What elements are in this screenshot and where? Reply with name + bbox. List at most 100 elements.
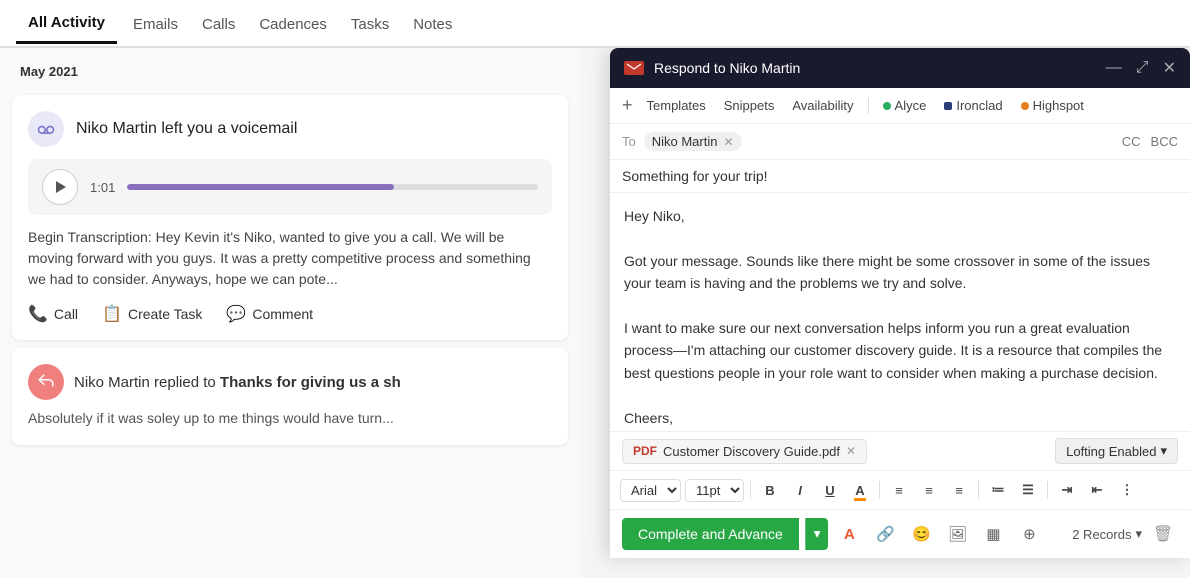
nav-cadences[interactable]: Cadences bbox=[247, 4, 339, 43]
call-button[interactable]: 📞 Call bbox=[28, 304, 78, 324]
recipient-chip[interactable]: Niko Martin ✕ bbox=[644, 132, 742, 151]
more-button[interactable]: ⊕ bbox=[1014, 519, 1044, 549]
to-field[interactable]: To Niko Martin ✕ CC BCC bbox=[610, 124, 1190, 160]
expand-button[interactable]: ⤢ bbox=[1136, 59, 1149, 77]
bottom-action-bar: Complete and Advance ▾ A 🔗 😊 🖼 ▦ ⊕ 2 Rec… bbox=[610, 509, 1190, 558]
format-sep-2 bbox=[879, 481, 880, 499]
subject-field[interactable]: Something for your trip! bbox=[610, 160, 1190, 193]
play-icon bbox=[56, 181, 66, 193]
align-left-button[interactable]: ≡ bbox=[886, 477, 912, 503]
audio-progress-bar[interactable] bbox=[127, 184, 538, 190]
highspot-label: Highspot bbox=[1033, 98, 1084, 113]
ordered-list-button[interactable]: ≔ bbox=[985, 477, 1011, 503]
toolbar-separator-1 bbox=[868, 98, 869, 114]
bold-button[interactable]: B bbox=[757, 477, 783, 503]
voicemail-header: Niko Martin left you a voicemail bbox=[28, 111, 552, 147]
nav-all-activity[interactable]: All Activity bbox=[16, 2, 117, 44]
reply-icon bbox=[37, 373, 55, 391]
comment-label: Comment bbox=[252, 306, 313, 322]
format-sep-3 bbox=[978, 481, 979, 499]
minimize-button[interactable]: — bbox=[1106, 59, 1122, 77]
voicemail-title: Niko Martin left you a voicemail bbox=[76, 120, 297, 138]
bcc-button[interactable]: BCC bbox=[1151, 134, 1178, 149]
nav-calls[interactable]: Calls bbox=[190, 4, 247, 43]
cc-bcc-buttons: CC BCC bbox=[1122, 134, 1178, 149]
create-task-label: Create Task bbox=[128, 306, 202, 322]
email-icon bbox=[624, 61, 644, 75]
emoji-button[interactable]: 😊 bbox=[906, 519, 936, 549]
more-options-button[interactable]: ⋮ bbox=[1114, 477, 1140, 503]
alyce-label: Alyce bbox=[895, 98, 927, 113]
font-select[interactable]: Arial bbox=[620, 479, 681, 502]
envelope-icon bbox=[627, 63, 641, 73]
unordered-list-button[interactable]: ☰ bbox=[1015, 477, 1041, 503]
complete-advance-button[interactable]: Complete and Advance bbox=[622, 518, 799, 550]
outdent-button[interactable]: ⇤ bbox=[1084, 477, 1110, 503]
templates-button[interactable]: Templates bbox=[639, 94, 714, 117]
link-button[interactable]: 🔗 bbox=[870, 519, 900, 549]
attachment-row: PDF Customer Discovery Guide.pdf ✕ Lofti… bbox=[610, 431, 1190, 470]
alyce-button[interactable]: Alyce bbox=[875, 94, 935, 117]
reply-body: Absolutely if it was soley up to me thin… bbox=[28, 408, 552, 429]
compose-panel: Respond to Niko Martin — ⤢ ✕ + Templates… bbox=[610, 48, 1190, 558]
compose-body[interactable]: Hey Niko, Got your message. Sounds like … bbox=[610, 193, 1190, 431]
voicemail-card: Niko Martin left you a voicemail 1:01 Be… bbox=[12, 95, 568, 340]
body-sign-off: Cheers, bbox=[624, 407, 1176, 429]
play-button[interactable] bbox=[42, 169, 78, 205]
compose-toolbar: + Templates Snippets Availability Alyce … bbox=[610, 88, 1190, 124]
availability-label: Availability bbox=[792, 98, 853, 113]
comment-icon: 💬 bbox=[226, 304, 246, 324]
nav-emails[interactable]: Emails bbox=[121, 4, 190, 43]
table-button[interactable]: ▦ bbox=[978, 519, 1008, 549]
reply-card: Niko Martin replied to Thanks for giving… bbox=[12, 348, 568, 445]
to-label: To bbox=[622, 134, 636, 149]
remove-attachment-button[interactable]: ✕ bbox=[846, 444, 856, 458]
nav-tasks[interactable]: Tasks bbox=[339, 4, 401, 43]
italic-button[interactable]: I bbox=[787, 477, 813, 503]
records-chevron-icon: ▾ bbox=[1135, 526, 1142, 542]
ironclad-icon bbox=[944, 102, 952, 110]
ironclad-button[interactable]: Ironclad bbox=[936, 94, 1010, 117]
reply-subject: Thanks for giving us a sh bbox=[220, 374, 401, 391]
send-dropdown-button[interactable]: ▾ bbox=[805, 518, 829, 550]
comment-button[interactable]: 💬 Comment bbox=[226, 304, 313, 324]
align-right-button[interactable]: ≡ bbox=[946, 477, 972, 503]
format-bar: Arial 11pt B I U A ≡ ≡ ≡ ≔ ☰ ⇥ ⇤ ⋮ bbox=[610, 470, 1190, 509]
cc-button[interactable]: CC bbox=[1122, 134, 1141, 149]
ironclad-label: Ironclad bbox=[956, 98, 1002, 113]
nav-notes[interactable]: Notes bbox=[401, 4, 464, 43]
pdf-icon: PDF bbox=[633, 444, 657, 458]
indent-button[interactable]: ⇥ bbox=[1054, 477, 1080, 503]
text-color-button[interactable]: A bbox=[847, 477, 873, 503]
top-nav: All Activity Emails Calls Cadences Tasks… bbox=[0, 0, 1190, 48]
delete-button[interactable]: 🗑 bbox=[1148, 519, 1178, 549]
audio-progress-fill bbox=[127, 184, 394, 190]
audio-time: 1:01 bbox=[90, 180, 115, 195]
voicemail-actions: 📞 Call 📋 Create Task 💬 Comment bbox=[28, 304, 552, 324]
audio-player: 1:01 bbox=[28, 159, 552, 215]
create-task-button[interactable]: 📋 Create Task bbox=[102, 304, 202, 324]
snippets-label: Snippets bbox=[724, 98, 775, 113]
attachment-chip[interactable]: PDF Customer Discovery Guide.pdf ✕ bbox=[622, 439, 867, 464]
records-button[interactable]: 2 Records ▾ bbox=[1072, 526, 1142, 542]
lofting-chevron-icon: ▾ bbox=[1160, 443, 1167, 459]
reply-avatar bbox=[28, 364, 64, 400]
lofting-button[interactable]: Lofting Enabled ▾ bbox=[1055, 438, 1178, 464]
records-label: 2 Records bbox=[1072, 527, 1131, 542]
reply-title: Niko Martin replied to Thanks for giving… bbox=[74, 374, 401, 391]
attachment-name: Customer Discovery Guide.pdf bbox=[663, 444, 840, 459]
add-button[interactable]: + bbox=[622, 95, 633, 116]
font-color-button[interactable]: A bbox=[834, 519, 864, 549]
image-button[interactable]: 🖼 bbox=[942, 519, 972, 549]
size-select[interactable]: 11pt bbox=[685, 479, 744, 502]
body-para-1: Got your message. Sounds like there migh… bbox=[624, 250, 1176, 295]
body-greeting: Hey Niko, bbox=[624, 205, 1176, 227]
close-button[interactable]: ✕ bbox=[1163, 58, 1176, 78]
highspot-button[interactable]: Highspot bbox=[1013, 94, 1092, 117]
remove-recipient-button[interactable]: ✕ bbox=[723, 135, 733, 149]
align-center-button[interactable]: ≡ bbox=[916, 477, 942, 503]
underline-button[interactable]: U bbox=[817, 477, 843, 503]
format-sep-4 bbox=[1047, 481, 1048, 499]
availability-button[interactable]: Availability bbox=[784, 94, 861, 117]
snippets-button[interactable]: Snippets bbox=[716, 94, 783, 117]
